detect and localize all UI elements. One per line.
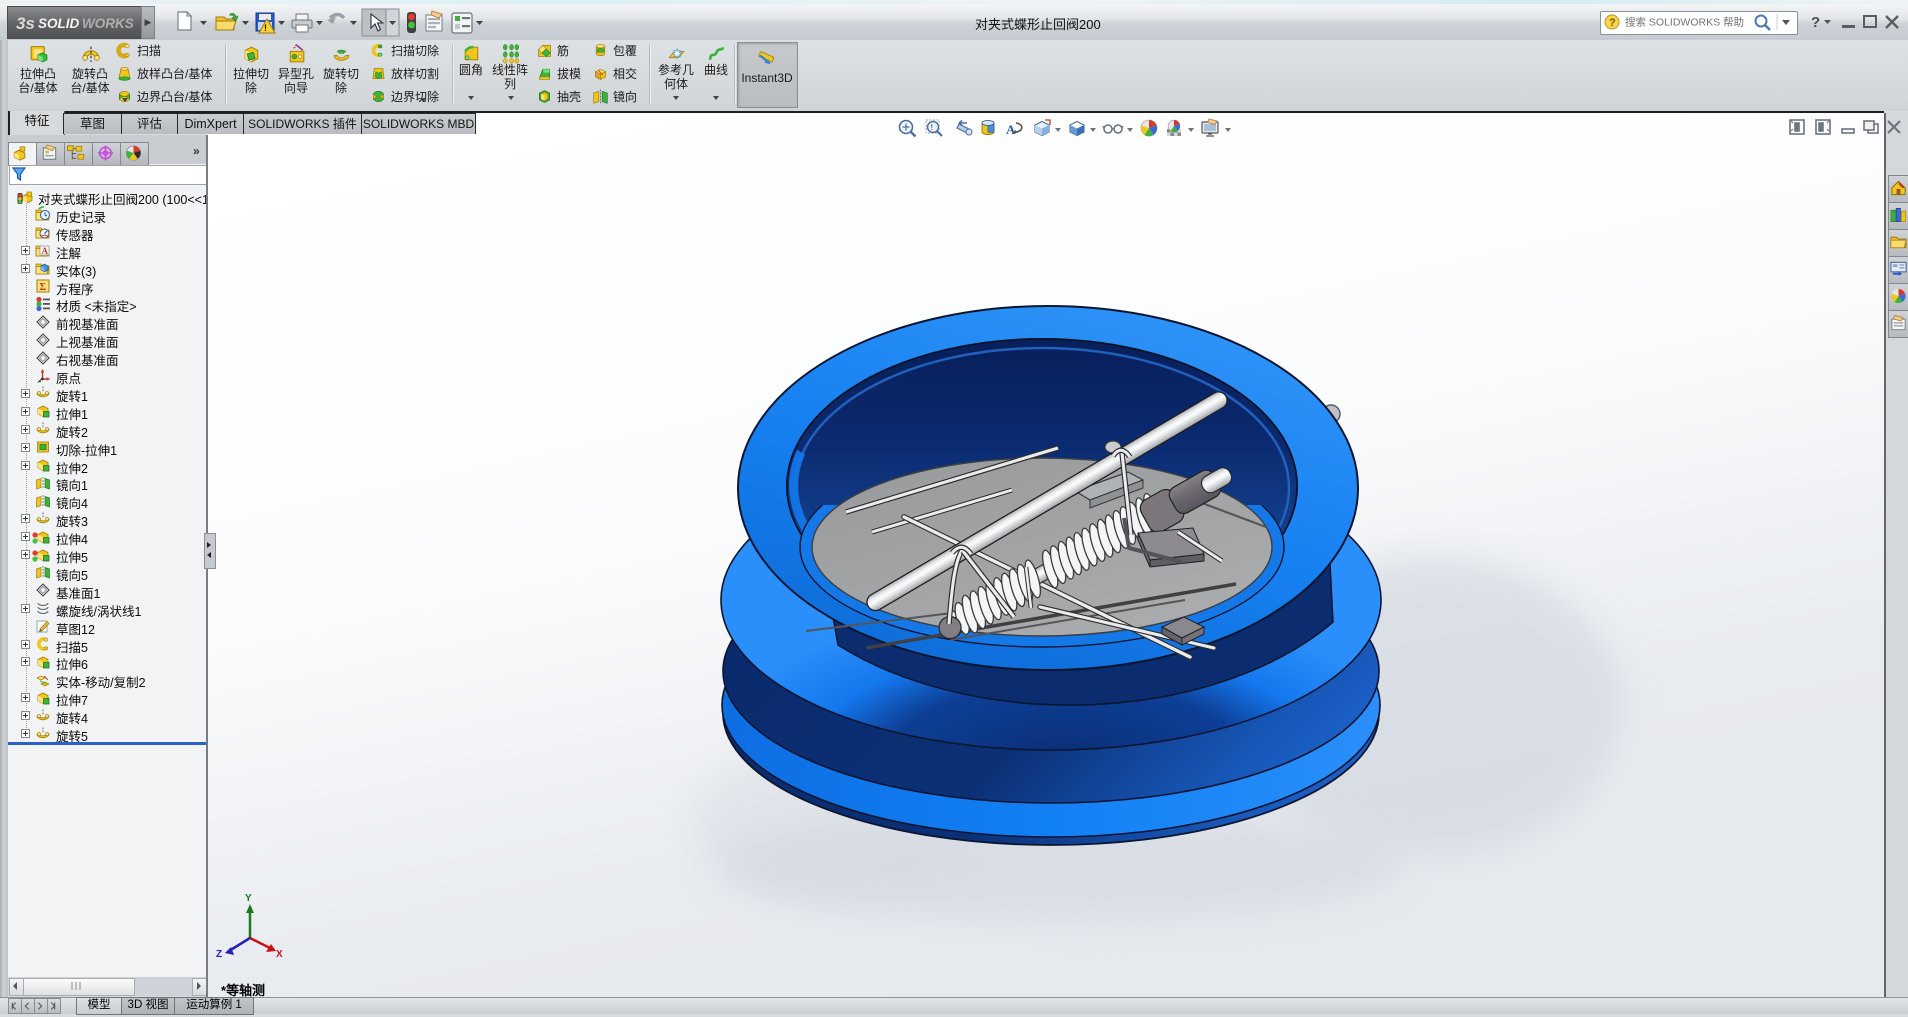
- svg-text:搜索 SOLIDWORKS 帮助: 搜索 SOLIDWORKS 帮助: [1625, 16, 1744, 29]
- svg-text:*等轴测: *等轴测: [221, 983, 265, 997]
- svg-text:Y: Y: [245, 893, 252, 904]
- svg-text:A: A: [42, 246, 49, 256]
- svg-text:?: ?: [1609, 17, 1616, 29]
- svg-text:Z: Z: [216, 949, 222, 960]
- svg-text:3s: 3s: [16, 14, 35, 33]
- svg-text:X: X: [276, 949, 283, 960]
- svg-text:SOLID: SOLID: [38, 16, 80, 31]
- svg-text:?: ?: [1811, 14, 1820, 31]
- svg-text:WORKS: WORKS: [82, 16, 134, 31]
- svg-text:Σ: Σ: [40, 282, 47, 293]
- svg-text:!: !: [264, 23, 267, 33]
